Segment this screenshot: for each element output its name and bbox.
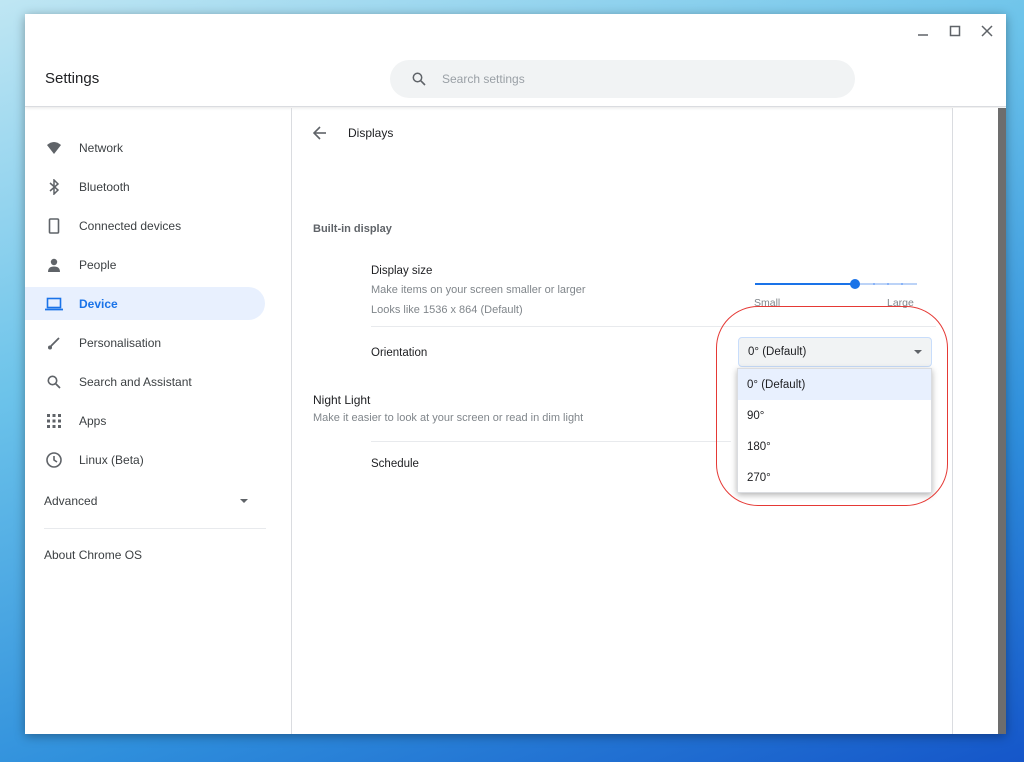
main-content: Displays Built-in display Display size M…	[293, 108, 953, 734]
orientation-label: Orientation	[371, 347, 427, 359]
minimize-icon	[917, 25, 929, 37]
sidebar: Network Bluetooth Connected devices Peop…	[25, 108, 292, 734]
bluetooth-icon	[25, 179, 79, 195]
phone-icon	[25, 218, 79, 234]
back-arrow-icon	[313, 126, 327, 140]
slider-knob[interactable]	[850, 279, 860, 289]
chevron-down-icon	[913, 349, 923, 355]
scrollbar-thumb[interactable]	[998, 108, 1006, 734]
slider-tick	[873, 283, 875, 285]
sidebar-item-linux[interactable]: Linux (Beta)	[25, 443, 265, 476]
sidebar-item-personalisation[interactable]: Personalisation	[25, 326, 265, 359]
display-size-resolution: Looks like 1536 x 864 (Default)	[371, 304, 523, 316]
sidebar-item-network[interactable]: Network	[25, 131, 265, 164]
sidebar-divider	[44, 528, 266, 529]
section-heading-built-in-display: Built-in display	[313, 223, 392, 235]
sidebar-item-device[interactable]: Device	[25, 287, 265, 320]
sidebar-item-label: Personalisation	[79, 336, 161, 350]
orientation-dropdown-menu: 0° (Default) 90° 180° 270°	[737, 368, 932, 493]
person-icon	[25, 258, 79, 272]
night-light-title: Night Light	[313, 393, 370, 407]
slider-fill	[755, 283, 855, 285]
advanced-label: Advanced	[44, 494, 97, 508]
sidebar-item-people[interactable]: People	[25, 248, 265, 281]
wifi-icon	[25, 141, 79, 155]
display-size-label: Display size	[371, 265, 432, 277]
chevron-down-icon	[239, 498, 249, 504]
advanced-toggle[interactable]: Advanced	[44, 486, 249, 516]
schedule-label: Schedule	[371, 458, 419, 470]
search-icon	[412, 72, 426, 86]
orientation-option-0[interactable]: 0° (Default)	[738, 369, 931, 400]
search-icon	[25, 375, 79, 389]
close-button[interactable]	[978, 22, 996, 40]
back-button[interactable]	[313, 126, 327, 145]
linux-icon	[25, 451, 79, 469]
about-chrome-os-link[interactable]: About Chrome OS	[44, 548, 142, 562]
sidebar-item-label: People	[79, 258, 116, 272]
display-size-description: Make items on your screen smaller or lar…	[371, 284, 586, 296]
app-title: Settings	[45, 70, 99, 87]
sidebar-item-label: Search and Assistant	[79, 375, 192, 389]
orientation-option-180[interactable]: 180°	[738, 431, 931, 462]
scrollbar[interactable]	[952, 108, 1006, 734]
sidebar-item-label: Network	[79, 141, 123, 155]
row-divider	[371, 441, 731, 442]
slider-max-label: Large	[887, 297, 914, 309]
settings-window: Settings Network Bluetooth Conn	[25, 14, 1006, 734]
sidebar-item-search-and-assistant[interactable]: Search and Assistant	[25, 365, 265, 398]
row-divider	[371, 326, 936, 327]
brush-icon	[25, 336, 79, 350]
sidebar-item-label: Bluetooth	[79, 180, 130, 194]
sidebar-item-connected-devices[interactable]: Connected devices	[25, 209, 265, 242]
display-size-slider[interactable]	[755, 276, 917, 292]
maximize-icon	[949, 25, 961, 37]
night-light-description: Make it easier to look at your screen or…	[313, 412, 583, 424]
sidebar-item-apps[interactable]: Apps	[25, 404, 265, 437]
minimize-button[interactable]	[914, 22, 932, 40]
search-input[interactable]	[442, 72, 802, 86]
orientation-select[interactable]: 0° (Default)	[738, 337, 932, 367]
page-title: Displays	[348, 126, 393, 140]
sidebar-item-bluetooth[interactable]: Bluetooth	[25, 170, 265, 203]
slider-tick	[901, 283, 903, 285]
maximize-button[interactable]	[946, 22, 964, 40]
orientation-selected-value: 0° (Default)	[748, 346, 806, 358]
slider-tick	[887, 283, 889, 285]
sidebar-item-label: Linux (Beta)	[79, 453, 144, 467]
orientation-option-270[interactable]: 270°	[738, 462, 931, 493]
window-controls	[914, 22, 996, 40]
laptop-icon	[25, 297, 79, 311]
slider-min-label: Small	[754, 297, 780, 309]
search-box[interactable]	[390, 60, 855, 98]
sidebar-item-label: Connected devices	[79, 219, 181, 233]
apps-grid-icon	[25, 414, 79, 428]
sidebar-item-label: Apps	[79, 414, 106, 428]
orientation-option-90[interactable]: 90°	[738, 400, 931, 431]
header-bar: Settings	[25, 14, 1006, 107]
sidebar-item-label: Device	[79, 297, 118, 311]
close-icon	[981, 25, 993, 37]
